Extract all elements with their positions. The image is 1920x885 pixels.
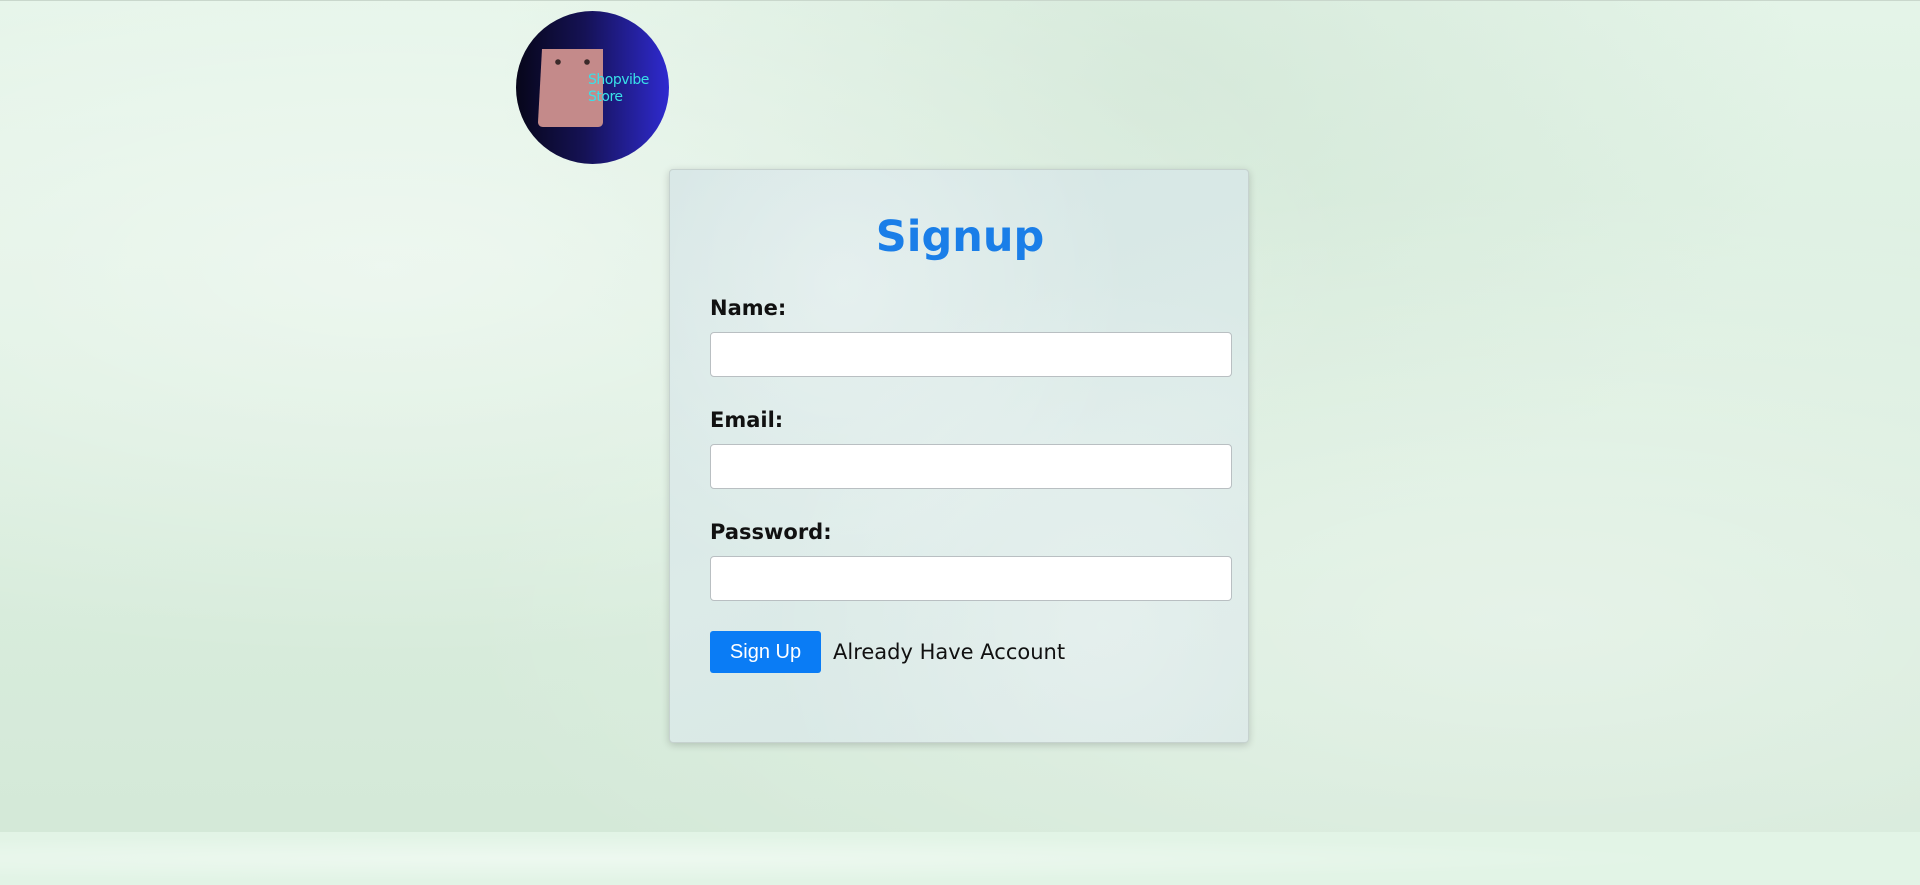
shopvibe-logo: Shopvibe Store <box>516 11 669 164</box>
already-have-account-link[interactable]: Already Have Account <box>833 639 1065 665</box>
email-label: Email: <box>710 408 784 432</box>
logo-wordmark: Shopvibe Store <box>588 72 668 106</box>
email-input[interactable] <box>710 444 1232 489</box>
logo-line-2: Store <box>588 89 623 105</box>
password-input[interactable] <box>710 556 1232 601</box>
page-footer-band <box>0 832 1920 885</box>
sign-up-button[interactable]: Sign Up <box>710 631 821 673</box>
logo-line-1: Shopvibe <box>588 72 649 88</box>
page-title: Signup <box>875 212 1045 262</box>
password-label: Password: <box>710 520 832 544</box>
signup-card: Signup Name: Email: Password: Sign Up Al… <box>669 169 1249 743</box>
name-input[interactable] <box>710 332 1232 377</box>
name-label: Name: <box>710 296 787 320</box>
page-top-border <box>0 0 1920 1</box>
